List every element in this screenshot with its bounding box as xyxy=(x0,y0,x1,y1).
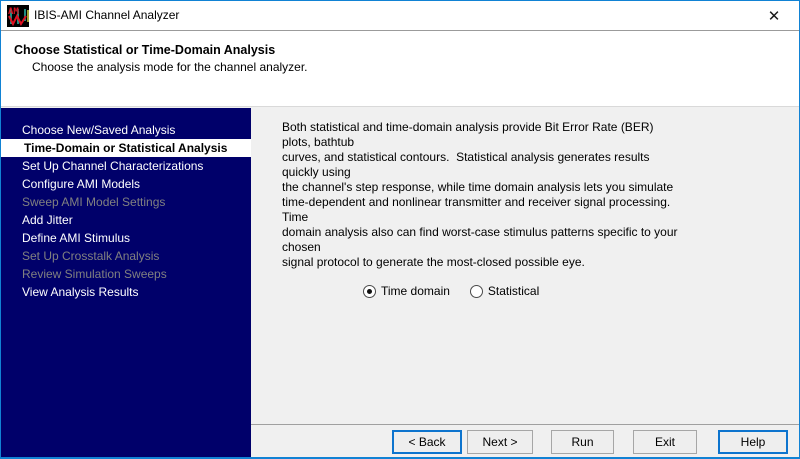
analysis-description: Both statistical and time-domain analysi… xyxy=(282,120,678,269)
page-subtitle: Choose the analysis mode for the channel… xyxy=(32,60,308,74)
channel-analyzer-window: AM IBIS-AMI Channel Analyzer ✕ Choose St… xyxy=(0,0,800,459)
sidebar-item-define-ami-stimulus[interactable]: Define AMI Stimulus xyxy=(1,229,251,247)
run-button[interactable]: Run xyxy=(551,430,614,454)
sidebar-item-add-jitter[interactable]: Add Jitter xyxy=(1,211,251,229)
page-title: Choose Statistical or Time-Domain Analys… xyxy=(14,43,276,57)
radio-button-time-domain-icon xyxy=(363,284,376,298)
window-title: IBIS-AMI Channel Analyzer xyxy=(34,8,180,22)
wizard-steps-sidebar: Choose New/Saved Analysis Time-Domain or… xyxy=(1,108,251,457)
sidebar-item-configure-ami-models[interactable]: Configure AMI Models xyxy=(1,175,251,193)
close-icon: ✕ xyxy=(767,7,781,25)
content-pane: Both statistical and time-domain analysi… xyxy=(251,108,799,424)
radio-option-time-domain[interactable]: Time domain xyxy=(363,284,450,298)
radio-label-time-domain: Time domain xyxy=(381,284,450,298)
sidebar-item-set-up-channel-characterizations[interactable]: Set Up Channel Characterizations xyxy=(1,157,251,175)
titlebar: AM IBIS-AMI Channel Analyzer ✕ xyxy=(1,1,799,31)
sidebar-item-set-up-crosstalk-analysis: Set Up Crosstalk Analysis xyxy=(22,249,160,263)
help-button[interactable]: Help xyxy=(718,430,788,454)
radio-label-statistical: Statistical xyxy=(487,284,540,298)
back-button[interactable]: < Back xyxy=(392,430,462,454)
sidebar-item-time-domain-or-statistical-analysis[interactable]: Time-Domain or Statistical Analysis xyxy=(1,139,251,157)
wizard-step-list: Choose New/Saved Analysis Time-Domain or… xyxy=(1,108,251,301)
sidebar-item-review-simulation-sweeps: Review Simulation Sweeps xyxy=(22,267,167,281)
exit-button[interactable]: Exit xyxy=(633,430,697,454)
radio-option-statistical[interactable]: Statistical xyxy=(469,284,540,298)
next-button[interactable]: Next > xyxy=(467,430,533,454)
sidebar-item-sweep-ami-model-settings: Sweep AMI Model Settings xyxy=(22,195,166,209)
analysis-mode-radio-group: Time domain Statistical xyxy=(363,284,559,298)
sidebar-item-view-analysis-results[interactable]: View Analysis Results xyxy=(1,283,251,301)
wizard-header: Choose Statistical or Time-Domain Analys… xyxy=(1,31,799,107)
ibis-ami-app-icon: AM xyxy=(7,5,29,27)
footer-button-bar: < Back Next > Run Exit Help xyxy=(251,424,799,457)
sidebar-item-choose-new-saved-analysis[interactable]: Choose New/Saved Analysis xyxy=(1,121,251,139)
close-button[interactable]: ✕ xyxy=(753,1,795,30)
radio-button-statistical-icon xyxy=(469,284,483,298)
